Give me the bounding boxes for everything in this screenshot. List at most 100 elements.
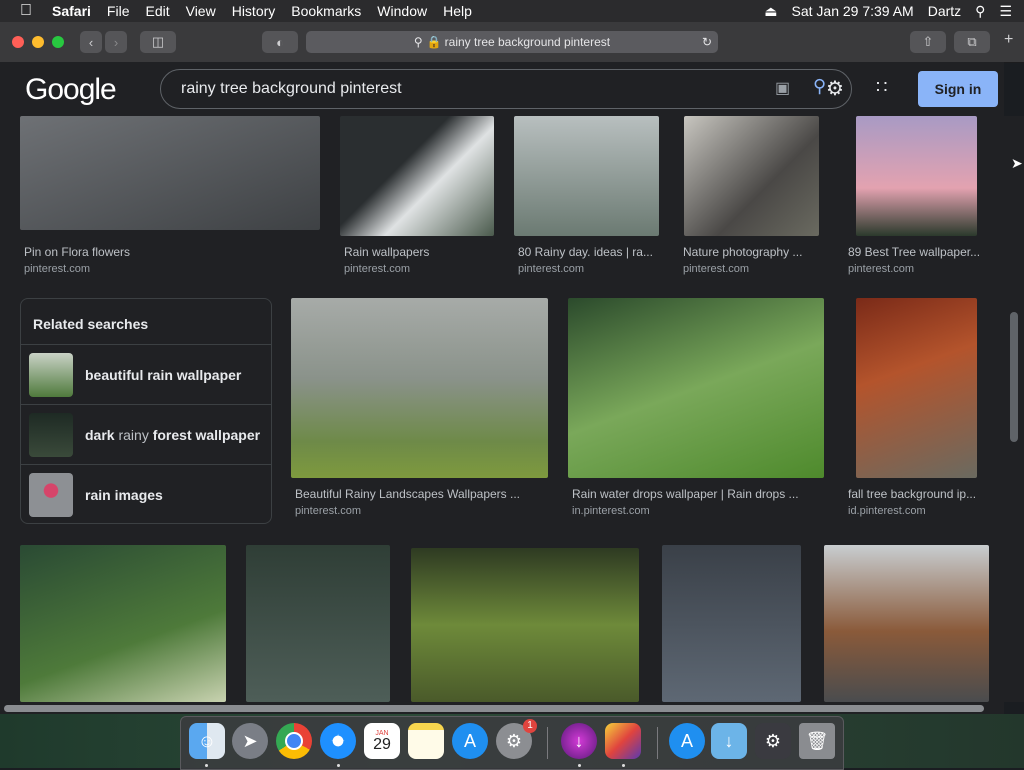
sign-in-button[interactable]: Sign in bbox=[918, 71, 998, 107]
result-caption[interactable]: Nature photography ... bbox=[683, 245, 813, 259]
horizontal-scrollbar-thumb[interactable] bbox=[4, 705, 984, 712]
forward-button[interactable]: › bbox=[105, 31, 127, 53]
result-image[interactable] bbox=[20, 116, 320, 230]
result-image[interactable] bbox=[824, 545, 989, 702]
safari-icon[interactable]: ✦ bbox=[320, 723, 356, 759]
eject-icon[interactable]: ⏏ bbox=[764, 3, 777, 20]
result-caption[interactable]: Beautiful Rainy Landscapes Wallpapers ..… bbox=[295, 487, 520, 501]
dock: ☺ ➤ ✦ JAN 29 A ⚙ 1 ↓ A ↓ ⚙ 🗑 bbox=[180, 716, 844, 770]
menu-user[interactable]: Dartz bbox=[928, 3, 961, 19]
address-bar-text: rainy tree background pinterest bbox=[444, 35, 611, 49]
result-caption[interactable]: 80 Rainy day. ideas | ra... bbox=[518, 245, 658, 259]
app-store-folder-icon[interactable]: A bbox=[669, 723, 705, 759]
related-search-label: rainy bbox=[114, 426, 153, 443]
dock-separator bbox=[547, 727, 548, 759]
apple-menu-icon[interactable]:  bbox=[20, 2, 32, 20]
share-icon[interactable]: ⇧ bbox=[910, 31, 946, 53]
tabs-overview-icon[interactable]: ⧉ bbox=[954, 31, 990, 53]
reload-icon[interactable]: ↻ bbox=[702, 35, 712, 49]
calendar-day: 29 bbox=[373, 735, 391, 753]
utilities-folder-icon[interactable]: ⚙ bbox=[755, 723, 791, 759]
result-image[interactable] bbox=[514, 116, 659, 236]
search-icon: ⚲ bbox=[413, 35, 423, 49]
apps-grid-icon[interactable]: ∷ bbox=[876, 77, 887, 98]
menu-view[interactable]: View bbox=[186, 3, 216, 19]
privacy-shield-icon[interactable]: ◐ bbox=[262, 31, 298, 53]
related-search-label: forest wallpaper bbox=[152, 426, 261, 443]
menu-edit[interactable]: Edit bbox=[145, 3, 169, 19]
notification-center-icon[interactable]: ☰ bbox=[999, 3, 1012, 20]
spotlight-search-icon[interactable]: ⚲ bbox=[975, 3, 985, 20]
new-tab-icon[interactable]: + bbox=[1004, 31, 1013, 49]
result-image[interactable] bbox=[684, 116, 819, 236]
calendar-icon[interactable]: JAN 29 bbox=[364, 723, 400, 759]
result-source: pinterest.com bbox=[24, 263, 91, 275]
trash-icon[interactable]: 🗑 bbox=[799, 723, 835, 759]
result-image[interactable] bbox=[856, 298, 977, 478]
result-image[interactable] bbox=[246, 545, 390, 702]
related-thumbnail bbox=[29, 472, 73, 517]
menu-bookmarks[interactable]: Bookmarks bbox=[291, 3, 361, 19]
sidebar-toggle-icon[interactable]: ◫ bbox=[140, 31, 176, 53]
result-image[interactable] bbox=[856, 116, 977, 236]
vertical-scrollbar-thumb[interactable] bbox=[1010, 312, 1018, 442]
browser-toolbar: ‹ › ◫ ◐ ⚲ 🔒 rainy tree background pinter… bbox=[0, 22, 1024, 63]
finder-icon[interactable]: ☺ bbox=[189, 723, 225, 759]
result-source: pinterest.com bbox=[848, 263, 915, 275]
related-search-label: rain images bbox=[85, 486, 163, 503]
result-image[interactable] bbox=[291, 298, 548, 478]
google-header: Google rainy tree background pinterest ▣… bbox=[0, 62, 1004, 116]
result-caption[interactable]: Rain wallpapers bbox=[344, 245, 429, 259]
close-window-button[interactable] bbox=[12, 36, 24, 48]
menu-file[interactable]: File bbox=[107, 3, 130, 19]
related-search-item[interactable]: dark rainy forest wallpaper bbox=[21, 404, 271, 464]
downloads-folder-icon[interactable]: ↓ bbox=[711, 723, 747, 759]
result-image[interactable] bbox=[662, 545, 801, 702]
menu-history[interactable]: History bbox=[232, 3, 276, 19]
related-thumbnail bbox=[29, 412, 73, 457]
search-query-text: rainy tree background pinterest bbox=[181, 80, 402, 97]
chrome-icon[interactable] bbox=[276, 723, 312, 759]
result-source: pinterest.com bbox=[295, 505, 362, 517]
result-caption[interactable]: 89 Best Tree wallpaper... bbox=[848, 245, 988, 259]
menu-app-name[interactable]: Safari bbox=[52, 3, 91, 19]
google-logo[interactable]: Google bbox=[25, 73, 117, 107]
result-source: pinterest.com bbox=[344, 263, 411, 275]
menu-window[interactable]: Window bbox=[377, 3, 427, 19]
result-image[interactable] bbox=[411, 548, 639, 702]
notification-badge: 1 bbox=[523, 719, 537, 733]
zoom-window-button[interactable] bbox=[52, 36, 64, 48]
related-search-label: beautiful rain wallpaper bbox=[85, 366, 242, 383]
notes-icon[interactable] bbox=[408, 723, 444, 759]
result-source: pinterest.com bbox=[683, 263, 750, 275]
result-image[interactable] bbox=[340, 116, 494, 236]
launchpad-icon[interactable]: ➤ bbox=[232, 723, 268, 759]
running-indicator bbox=[578, 764, 581, 767]
result-caption[interactable]: fall tree background ip... bbox=[848, 487, 988, 501]
search-submit-icon[interactable]: ⚲ bbox=[813, 76, 826, 97]
result-caption[interactable]: Rain water drops wallpaper | Rain drops … bbox=[572, 487, 799, 501]
running-indicator bbox=[622, 764, 625, 767]
menu-help[interactable]: Help bbox=[443, 3, 472, 19]
result-image[interactable] bbox=[20, 545, 226, 702]
search-input[interactable]: rainy tree background pinterest ▣ ⚲ bbox=[160, 69, 852, 109]
result-image[interactable] bbox=[568, 298, 824, 478]
image-results: Pin on Flora flowers pinterest.com Rain … bbox=[0, 116, 1004, 702]
related-searches-panel: Related searches beautiful rain wallpape… bbox=[20, 298, 272, 524]
address-bar[interactable]: ⚲ 🔒 rainy tree background pinterest ↻ bbox=[306, 31, 718, 53]
related-search-item[interactable]: rain images bbox=[21, 464, 271, 524]
color-app-icon[interactable] bbox=[605, 723, 641, 759]
minimize-window-button[interactable] bbox=[32, 36, 44, 48]
result-source: pinterest.com bbox=[518, 263, 585, 275]
app-store-icon[interactable]: A bbox=[452, 723, 488, 759]
result-source: id.pinterest.com bbox=[848, 505, 926, 517]
related-search-label: dark bbox=[85, 426, 115, 443]
back-button[interactable]: ‹ bbox=[80, 31, 102, 53]
settings-gear-icon[interactable]: ⚙ bbox=[826, 76, 844, 101]
installer-icon[interactable]: ↓ bbox=[561, 723, 597, 759]
running-indicator bbox=[205, 764, 208, 767]
menu-clock[interactable]: Sat Jan 29 7:39 AM bbox=[792, 3, 914, 19]
related-search-item[interactable]: beautiful rain wallpaper bbox=[21, 344, 271, 404]
result-caption[interactable]: Pin on Flora flowers bbox=[24, 245, 130, 259]
camera-search-icon[interactable]: ▣ bbox=[775, 78, 790, 98]
